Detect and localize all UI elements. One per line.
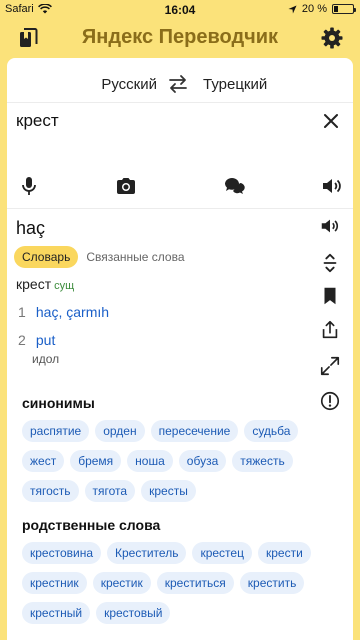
translation-result[interactable]: haç xyxy=(16,218,45,239)
source-language-button[interactable]: Русский xyxy=(101,76,157,93)
microphone-icon[interactable] xyxy=(17,174,41,198)
dictionary-tabs: Словарь Связанные слова xyxy=(14,246,185,268)
related-word-chip[interactable]: крестник xyxy=(22,572,87,594)
battery-fill xyxy=(334,6,338,12)
section-divider xyxy=(7,208,353,209)
tab-dictionary[interactable]: Словарь xyxy=(14,246,79,268)
synonym-chip[interactable]: судьба xyxy=(244,420,299,442)
related-word-chip[interactable]: крестовый xyxy=(96,602,171,624)
bookmark-icon[interactable] xyxy=(319,285,341,307)
target-language-button[interactable]: Турецкий xyxy=(203,76,267,93)
app-title: Яндекс Переводчик xyxy=(81,26,279,48)
headword-text: крест xyxy=(16,276,52,292)
part-of-speech: сущ xyxy=(54,280,75,292)
synonym-chip[interactable]: тягота xyxy=(84,480,136,502)
synonym-chip[interactable]: пересечение xyxy=(150,420,239,442)
entry-headword: крест сущ xyxy=(16,276,74,292)
related-word-chip[interactable]: Креститель xyxy=(107,542,187,564)
synonyms-heading: синонимы xyxy=(22,395,95,411)
sense-number: 1 xyxy=(18,304,26,320)
synonym-chip[interactable]: жест xyxy=(22,450,65,472)
synonym-chip[interactable]: кресты xyxy=(141,480,196,502)
synonym-chip[interactable]: тягость xyxy=(22,480,79,502)
synonym-chip[interactable]: ноша xyxy=(127,450,173,472)
settings-gear-icon[interactable] xyxy=(320,26,344,50)
fullscreen-icon[interactable] xyxy=(319,355,341,377)
related-word-chip[interactable]: крестовина xyxy=(22,542,102,564)
related-word-chip[interactable]: крестный xyxy=(22,602,91,624)
status-bar: Safari 16:04 20 % xyxy=(0,0,360,20)
related-word-chip[interactable]: крестить xyxy=(239,572,305,594)
location-icon xyxy=(288,4,297,14)
battery-icon xyxy=(332,4,356,14)
synonym-chip[interactable]: тяжесть xyxy=(232,450,293,472)
language-selector: Русский Турецкий xyxy=(7,66,353,102)
sense-item: 2 put xyxy=(18,332,55,348)
speaker-translation-icon[interactable] xyxy=(319,215,341,237)
synonym-chip[interactable]: бремя xyxy=(70,450,122,472)
sense-item: 1 haç, çarmıh xyxy=(18,304,109,320)
sense-gloss: идол xyxy=(32,352,60,366)
sense-translation-link[interactable]: put xyxy=(36,332,55,348)
sense-translation-link[interactable]: haç, çarmıh xyxy=(36,304,109,320)
translator-card: Русский Турецкий крест haç Словарь Связа… xyxy=(7,58,353,640)
battery-percent: 20 % xyxy=(301,3,327,15)
sense-number: 2 xyxy=(18,332,26,348)
related-words-list: крестовина Креститель крестец крести кре… xyxy=(22,542,322,624)
clear-close-icon[interactable] xyxy=(321,111,341,131)
synonym-chip[interactable]: орден xyxy=(95,420,145,442)
speaker-source-icon[interactable] xyxy=(320,174,344,198)
swap-languages-icon[interactable] xyxy=(167,73,189,95)
synonyms-list: распятие орден пересечение судьба жест б… xyxy=(22,420,322,502)
expand-collapse-icon[interactable] xyxy=(319,252,341,274)
related-word-chip[interactable]: крести xyxy=(257,542,311,564)
synonym-chip[interactable]: обуза xyxy=(178,450,227,472)
related-word-chip[interactable]: крестик xyxy=(92,572,151,594)
dialogue-chat-icon[interactable] xyxy=(222,174,246,198)
source-text-input[interactable]: крест xyxy=(16,111,59,131)
share-icon[interactable] xyxy=(319,319,341,341)
camera-icon[interactable] xyxy=(114,174,138,198)
report-error-icon[interactable] xyxy=(319,390,341,412)
related-word-chip[interactable]: крестец xyxy=(192,542,252,564)
related-word-chip[interactable]: креститься xyxy=(156,572,234,594)
status-right: 20 % xyxy=(288,3,356,15)
synonym-chip[interactable]: распятие xyxy=(22,420,90,442)
input-toolbar xyxy=(7,174,353,204)
app-bar: Яндекс Переводчик xyxy=(0,20,360,56)
tab-related-words[interactable]: Связанные слова xyxy=(86,250,184,264)
related-words-heading: родственные слова xyxy=(22,517,161,533)
